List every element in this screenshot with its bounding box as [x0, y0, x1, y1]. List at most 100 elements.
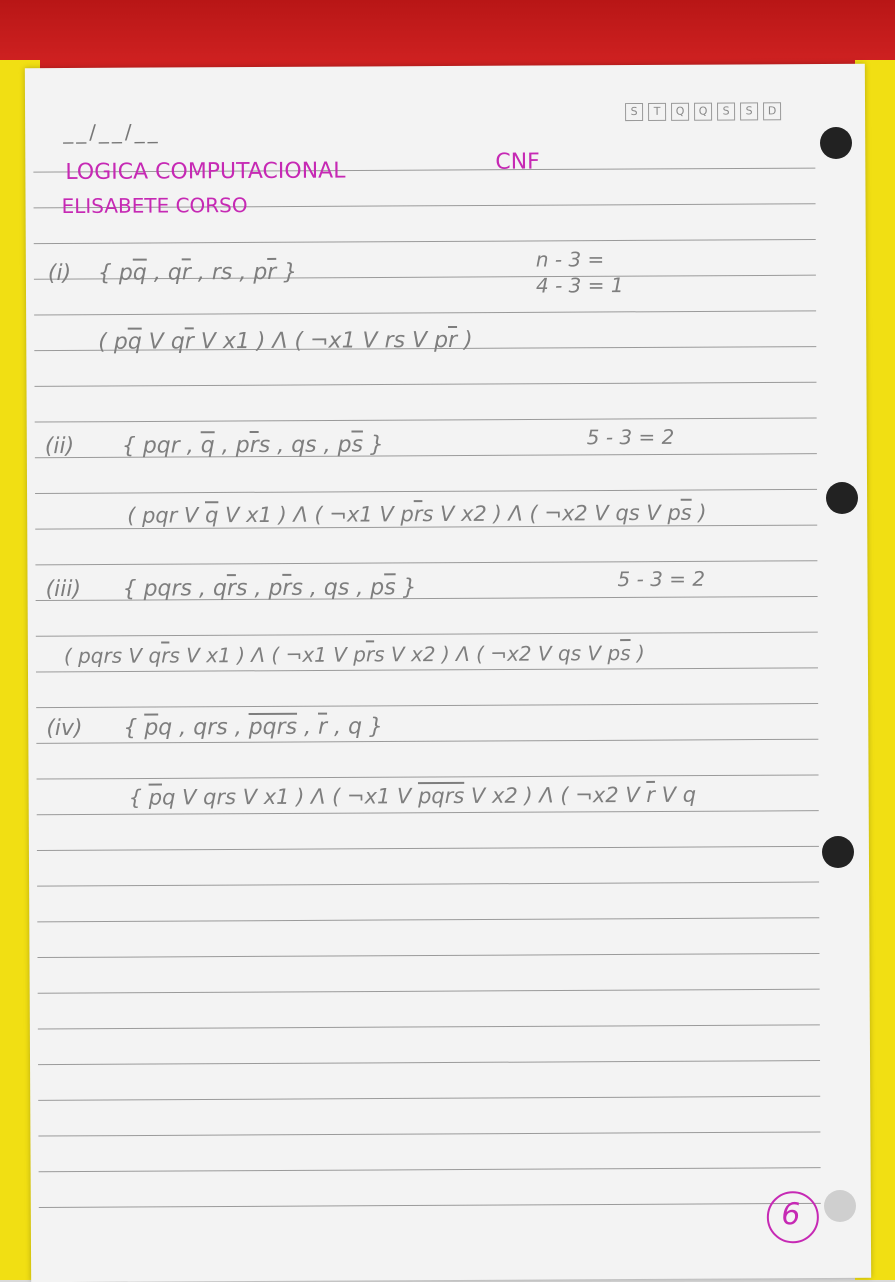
negated-literal: s — [620, 641, 631, 666]
formula-text: ) — [691, 500, 707, 525]
clause-text: s , qs , p — [291, 575, 385, 601]
formula-text: q V qrs V x1 ) Λ ( ¬x1 V — [161, 784, 419, 810]
ruled-line — [35, 631, 818, 637]
ruled-line — [37, 952, 820, 959]
date-field: __/__/__ — [63, 119, 161, 145]
ruled-line — [38, 1060, 821, 1066]
negated-literal: r — [161, 643, 170, 668]
negated-literal: q — [204, 503, 219, 528]
negated-literal: r — [318, 714, 328, 740]
ruled-lines — [33, 167, 821, 1208]
cnf-formula: ( pq V qr V x1 ) Λ ( ¬x1 V rs V pr ) — [98, 328, 473, 355]
author-name: ELISABETE CORSO — [61, 193, 248, 219]
clause-text: , rs , p — [190, 259, 268, 286]
negated-literal: q — [132, 260, 147, 286]
negated-literal: r — [181, 260, 191, 286]
weekday-box[interactable]: D — [763, 102, 782, 121]
clause-set: { pq , qrs , pqrs , r , q } — [123, 714, 383, 740]
ruled-line — [34, 381, 817, 387]
weekday-box[interactable]: S — [717, 102, 736, 121]
negated-literal: q — [127, 329, 142, 355]
variable-count: 4 - 3 = 1 — [535, 273, 624, 298]
ruled-line — [38, 1095, 821, 1101]
binder-hole — [820, 127, 852, 159]
ruled-line — [36, 810, 819, 816]
ruled-line — [37, 917, 820, 923]
negated-literal: q — [200, 433, 215, 459]
ruled-line — [37, 881, 820, 887]
clause-text: } — [276, 259, 298, 285]
formula-text: V q — [654, 782, 697, 807]
negated-literal: pqrs — [248, 714, 298, 741]
clause-text: , q — [146, 260, 182, 286]
formula-text: V q — [141, 329, 185, 355]
formula-text: V x1 ) Λ ( ¬x1 V p — [218, 502, 414, 528]
formula-text: s V x2 ) Λ ( ¬x2 V qs V p — [422, 500, 681, 527]
ruled-line — [37, 988, 820, 994]
formula-text: { — [128, 785, 149, 810]
clause-set: { pq , qr , rs , pr } — [98, 260, 298, 286]
binder-hole — [824, 1190, 856, 1222]
ruled-line — [37, 1024, 820, 1030]
clause-text: , — [297, 714, 319, 740]
course-title: LOGICA COMPUTACIONAL — [65, 158, 346, 185]
weekday-checkboxes: S T Q Q S S D — [625, 102, 782, 122]
ruled-line — [34, 310, 817, 316]
formula-text: ( pqr V — [127, 503, 206, 528]
clause-text: { — [123, 715, 145, 741]
clause-text: , p — [214, 433, 250, 459]
weekday-box[interactable]: Q — [694, 102, 713, 121]
negated-literal: s — [384, 575, 396, 601]
cnf-formula: ( pqrs V qrs V x1 ) Λ ( ¬x1 V prs V x2 )… — [64, 641, 645, 668]
formula-text: ( p — [98, 329, 128, 355]
ruled-line — [38, 1202, 821, 1208]
clause-set: { pqrs , qrs , prs , qs , ps } — [122, 575, 416, 602]
ruled-line — [36, 774, 819, 780]
ruled-line — [38, 1167, 821, 1173]
clause-text: s , p — [235, 575, 283, 602]
formula-text: s V x1 ) Λ ( ¬x1 V p — [169, 642, 367, 668]
formula-text: s V x2 ) Λ ( ¬x2 V qs V p — [374, 641, 621, 667]
cnf-formula: ( pqr V q V x1 ) Λ ( ¬x1 V prs V x2 ) Λ … — [127, 501, 707, 528]
weekday-box[interactable]: T — [648, 102, 667, 121]
ruled-line — [36, 845, 819, 851]
ruled-line — [35, 560, 818, 566]
formula-text: ) — [630, 640, 645, 666]
variable-count: 5 - 3 = 2 — [586, 424, 675, 450]
formula-text: ) — [457, 327, 473, 353]
cnf-formula: { pq V qrs V x1 ) Λ ( ¬x1 V pqrs V x2 ) … — [129, 783, 697, 810]
weekday-box[interactable]: Q — [671, 102, 690, 121]
clause-text: { p — [97, 260, 133, 286]
page-number: 6 — [781, 1197, 801, 1233]
exercise-label: (iv) — [46, 715, 83, 742]
exercise-label: (i) — [47, 260, 72, 287]
clause-text: s , qs , p — [258, 432, 352, 458]
clause-text: , q } — [327, 714, 384, 740]
negated-literal: p — [144, 715, 159, 741]
clause-set: { pqr , q , prs , qs , ps } — [122, 432, 384, 458]
negated-literal: s — [351, 432, 364, 458]
negated-literal: r — [282, 575, 292, 601]
ruled-line — [36, 703, 819, 709]
notebook-sheet: S T Q Q S S D __/__/__ LOGICA COMPUTACIO… — [24, 63, 872, 1282]
negated-literal: r — [448, 327, 458, 353]
formula-text: ( pqrs V q — [63, 643, 162, 669]
negated-literal: pqrs — [417, 783, 465, 809]
exercise-label: (ii) — [44, 433, 75, 460]
binder-hole — [822, 836, 854, 868]
variable-count: 5 - 3 = 2 — [617, 566, 706, 592]
binder-hole — [826, 482, 858, 514]
ruled-line — [33, 238, 816, 245]
formula-text: V x2 ) Λ ( ¬x2 V — [464, 782, 647, 808]
clause-text: { pqr , — [121, 433, 201, 459]
negated-literal: p — [148, 785, 163, 810]
topic-title: CNF — [495, 149, 540, 175]
negated-literal: r — [184, 329, 194, 355]
weekday-box[interactable]: S — [740, 102, 759, 121]
negated-literal: s — [680, 500, 692, 525]
clause-text: { pqrs , q — [122, 576, 227, 602]
weekday-box[interactable]: S — [625, 102, 644, 122]
ruled-line — [38, 1131, 821, 1137]
ruled-line — [35, 488, 818, 494]
clause-text: } — [395, 575, 417, 601]
